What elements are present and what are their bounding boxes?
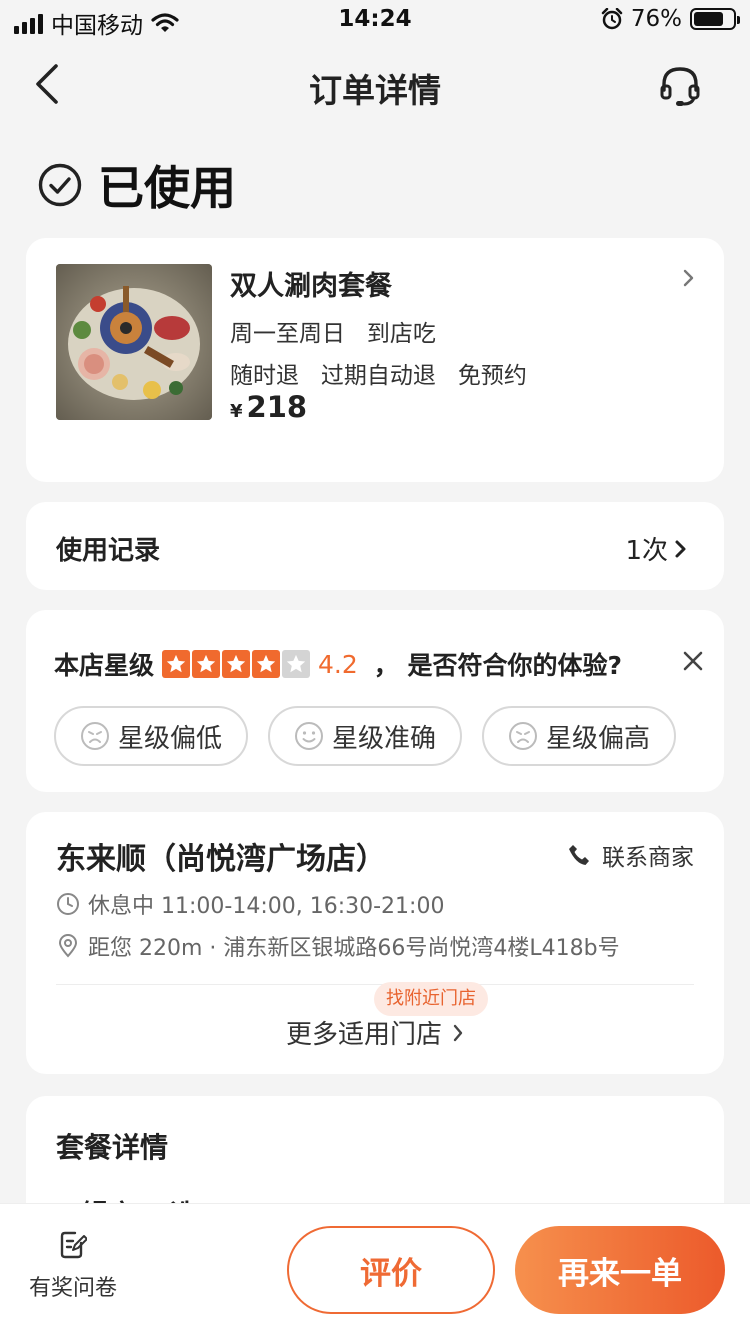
page-title: 订单详情	[309, 71, 441, 110]
usage-count: 1次	[625, 530, 688, 567]
star-filled-icon	[252, 650, 281, 678]
survey-button[interactable]: 有奖问卷	[22, 1230, 124, 1302]
product-policies: 随时退 过期自动退 免预约	[230, 363, 527, 389]
star-rating	[162, 650, 311, 678]
usage-record-label: 使用记录	[56, 536, 161, 566]
order-status: 已使用	[38, 152, 236, 218]
product-card[interactable]: 双人涮肉套餐 周一至周日 到店吃 随时退 过期自动退 免预约 ¥218	[26, 238, 724, 482]
check-circle-icon	[38, 163, 82, 207]
store-name: 东来顺（尚悦湾广场店）	[56, 842, 386, 877]
contact-merchant-label: 联系商家	[602, 845, 694, 871]
nearby-stores-tag[interactable]: 找附近门店	[374, 982, 488, 1016]
usage-count-value: 1次	[625, 536, 668, 566]
status-bar-right: 76%	[601, 6, 740, 32]
rating-feedback-card: 本店星级 4.2 ， 是否符合你的体验? 星级偏低 星级准确 星级偏高	[26, 610, 724, 792]
store-hours-text: 休息中 11:00-14:00, 16:30-21:00	[88, 894, 445, 919]
star-filled-icon	[222, 650, 251, 678]
more-stores-button[interactable]: 更多适用门店	[26, 1014, 724, 1051]
price-value: 218	[246, 390, 308, 424]
product-price: ¥218	[230, 390, 307, 424]
review-button[interactable]: 评价	[287, 1226, 495, 1314]
alarm-icon	[601, 8, 623, 30]
phone-icon	[569, 845, 589, 865]
store-hours: 休息中 11:00-14:00, 16:30-21:00	[56, 888, 444, 920]
battery-percent: 76%	[630, 6, 682, 32]
survey-label: 有奖问卷	[28, 1276, 117, 1301]
rating-options: 星级偏低 星级准确 星级偏高	[54, 706, 676, 766]
close-icon[interactable]	[682, 650, 704, 672]
product-availability: 周一至周日 到店吃	[230, 321, 436, 347]
rating-label: 本店星级	[54, 651, 155, 680]
rating-option-low-label: 星级偏低	[117, 723, 222, 754]
star-empty-icon	[282, 650, 311, 678]
rating-option-low[interactable]: 星级偏低	[54, 706, 248, 766]
rating-score: 4.2	[318, 649, 358, 679]
chevron-right-icon[interactable]	[682, 268, 696, 288]
rating-option-high[interactable]: 星级偏高	[482, 706, 676, 766]
smile-face-icon	[294, 722, 323, 750]
survey-icon	[60, 1231, 88, 1259]
chevron-right-icon	[675, 540, 686, 557]
rating-option-accurate[interactable]: 星级准确	[268, 706, 462, 766]
rating-option-high-label: 星级偏高	[545, 723, 650, 754]
product-name: 双人涮肉套餐	[230, 271, 392, 302]
rating-row: 本店星级 4.2 ， 是否符合你的体验?	[54, 646, 622, 682]
usage-record-row[interactable]: 使用记录 1次	[26, 502, 724, 590]
rating-option-accurate-label: 星级准确	[331, 723, 436, 754]
clock-icon	[57, 893, 79, 915]
status-bar: 中国移动 14:24 76%	[0, 0, 750, 40]
product-image	[56, 264, 212, 420]
more-stores-label: 更多适用门店	[285, 1020, 442, 1050]
rating-question-text: 是否符合你的体验?	[407, 651, 623, 680]
star-filled-icon	[192, 650, 221, 678]
currency-symbol: ¥	[230, 401, 243, 422]
battery-icon	[690, 8, 740, 30]
store-address-text: 距您 220m · 浦东新区银城路66号尚悦湾4楼L418b号	[88, 936, 620, 961]
store-card: 东来顺（尚悦湾广场店） 联系商家 休息中 11:00-14:00, 16:30-…	[26, 812, 724, 1074]
order-status-text: 已使用	[98, 161, 236, 215]
frown-face-icon	[508, 722, 537, 750]
store-address[interactable]: 距您 220m · 浦东新区银城路66号尚悦湾4楼L418b号	[56, 930, 620, 962]
battery-level-fill	[694, 12, 723, 26]
rating-comma: ，	[373, 651, 399, 680]
frown-face-icon	[80, 722, 109, 750]
location-pin-icon	[58, 934, 78, 958]
divider	[56, 984, 694, 985]
package-details-title: 套餐详情	[56, 1131, 169, 1164]
reorder-button[interactable]: 再来一单	[515, 1226, 725, 1314]
contact-merchant-button[interactable]: 联系商家	[568, 838, 694, 872]
headset-icon[interactable]	[658, 64, 702, 108]
star-filled-icon	[162, 650, 191, 678]
rating-question: ， 是否符合你的体验?	[374, 646, 622, 682]
order-detail-page: 中国移动 14:24 76% 订单详情 已使用 双人涮肉套餐 周一至周日 到店吃…	[0, 0, 750, 1334]
nav-bar: 订单详情	[0, 50, 750, 120]
bottom-action-bar: 有奖问卷 评价 再来一单	[0, 1204, 750, 1334]
chevron-right-icon	[453, 1024, 463, 1041]
